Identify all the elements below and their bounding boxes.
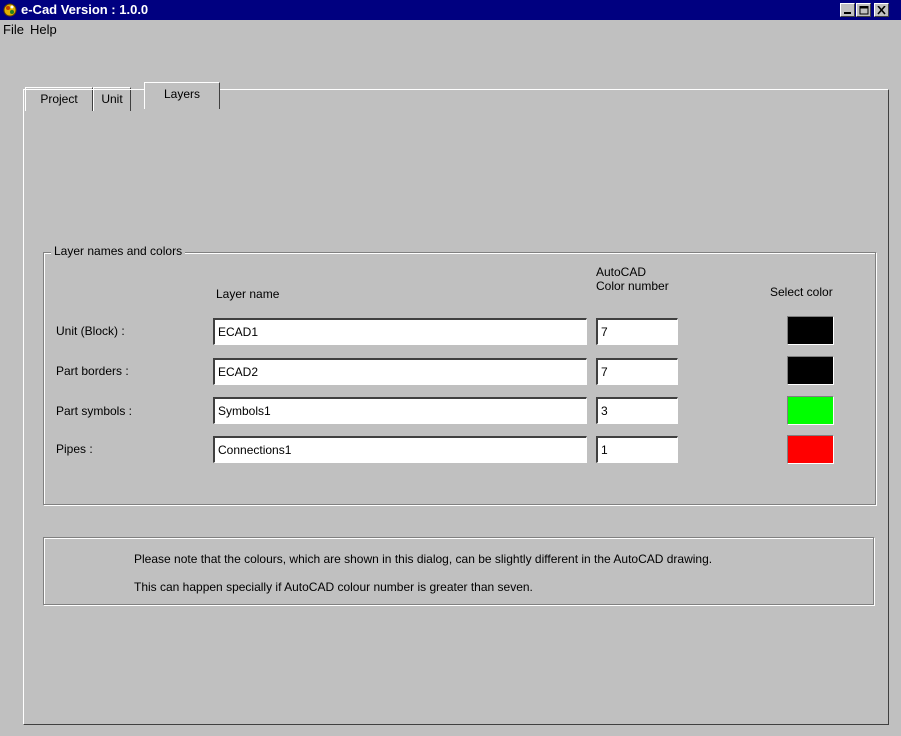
- header-autocad: AutoCAD: [596, 265, 647, 279]
- note-box: [43, 537, 874, 605]
- close-button[interactable]: [874, 3, 889, 17]
- minimize-icon: [844, 12, 851, 14]
- title-bar[interactable]: e-Cad Version : 1.0.0: [0, 0, 901, 20]
- layer-name-input-unit-block[interactable]: [213, 318, 587, 345]
- color-swatch-part-borders[interactable]: [787, 356, 834, 385]
- color-swatch-unit-block[interactable]: [787, 316, 834, 345]
- menu-bar: File Help: [0, 20, 901, 38]
- menu-file[interactable]: File: [3, 22, 24, 37]
- note-line-2: This can happen specially if AutoCAD col…: [134, 580, 533, 594]
- header-color-number: Color number: [596, 279, 669, 293]
- window-title: e-Cad Version : 1.0.0: [21, 2, 149, 17]
- header-layer-name: Layer name: [216, 287, 280, 301]
- close-icon: [877, 6, 886, 15]
- color-number-input-part-borders[interactable]: [596, 358, 678, 385]
- color-swatch-pipes[interactable]: [787, 435, 834, 464]
- groupbox-title: Layer names and colors: [51, 244, 186, 259]
- row-label-unit-block: Unit (Block) :: [56, 324, 125, 338]
- header-select-color: Select color: [770, 285, 833, 299]
- row-label-part-symbols: Part symbols :: [56, 404, 133, 418]
- color-number-input-part-symbols[interactable]: [596, 397, 678, 424]
- color-number-input-unit-block[interactable]: [596, 318, 678, 345]
- row-label-part-borders: Part borders :: [56, 364, 129, 378]
- color-swatch-part-symbols[interactable]: [787, 396, 834, 425]
- row-label-pipes: Pipes :: [56, 442, 93, 456]
- maximize-button[interactable]: [856, 3, 871, 17]
- minimize-button[interactable]: [840, 3, 855, 17]
- menu-help[interactable]: Help: [30, 22, 57, 37]
- color-number-input-pipes[interactable]: [596, 436, 678, 463]
- layer-name-input-part-borders[interactable]: [213, 358, 587, 385]
- layer-name-input-pipes[interactable]: [213, 436, 587, 463]
- app-icon: [2, 2, 18, 18]
- layer-name-input-part-symbols[interactable]: [213, 397, 587, 424]
- tab-layers[interactable]: Layers: [144, 82, 220, 109]
- note-line-1: Please note that the colours, which are …: [134, 552, 713, 566]
- maximize-icon: [859, 6, 869, 15]
